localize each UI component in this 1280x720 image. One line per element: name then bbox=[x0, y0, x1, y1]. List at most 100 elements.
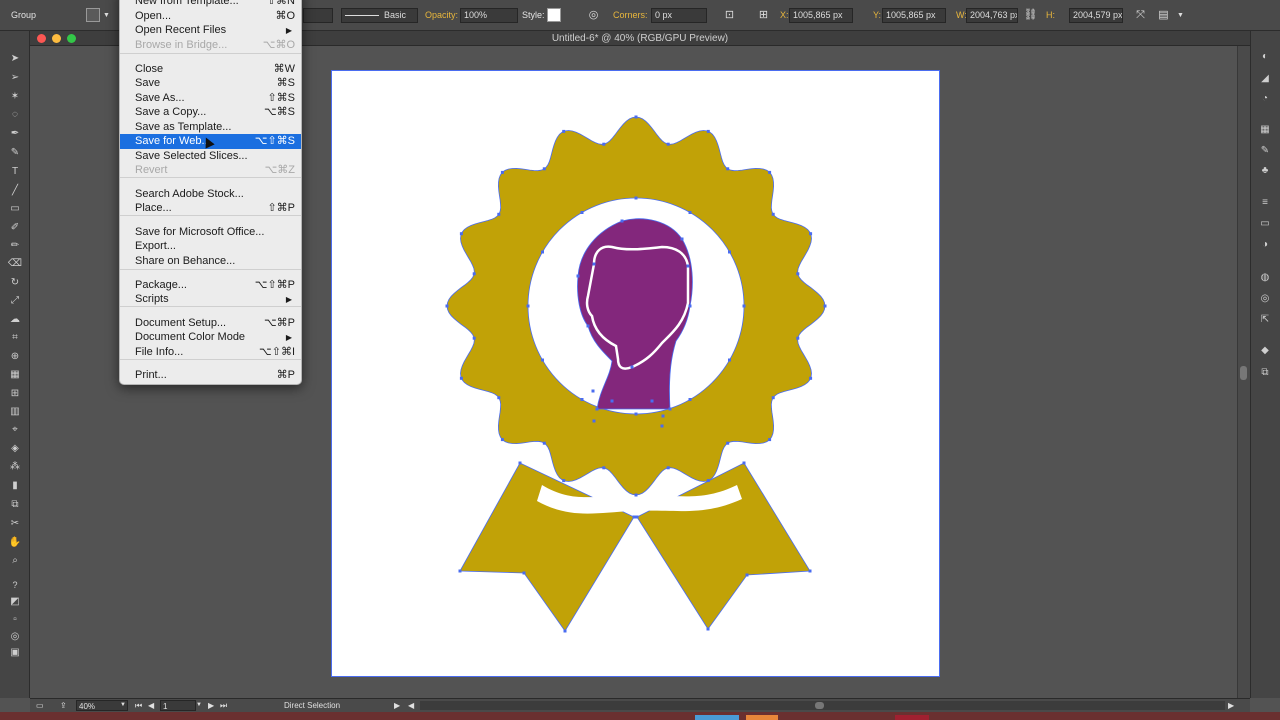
anchor-point[interactable] bbox=[634, 493, 638, 497]
graphic-style-swatch[interactable] bbox=[547, 8, 561, 22]
pen-tool-icon[interactable]: ✒ bbox=[6, 126, 24, 142]
horizontal-scroll-thumb[interactable] bbox=[815, 702, 824, 709]
zoom-dropdown-icon[interactable]: ▼ bbox=[120, 699, 126, 712]
anchor-point[interactable] bbox=[634, 115, 638, 119]
anchor-point[interactable] bbox=[602, 466, 606, 470]
shape-builder-icon[interactable]: ⊕ bbox=[6, 349, 24, 365]
symbol-sprayer-icon[interactable]: ⁂ bbox=[6, 459, 24, 475]
perspective-grid-icon[interactable]: ▦ bbox=[6, 367, 24, 383]
screen-mode-icon[interactable]: ▣ bbox=[6, 645, 24, 661]
y-label[interactable]: Y: bbox=[873, 0, 881, 31]
graphic-styles-icon[interactable]: ◍ bbox=[1256, 270, 1274, 286]
menu-item-export[interactable]: Export... bbox=[120, 239, 301, 254]
menu-item-open-recent-files[interactable]: Open Recent Files ▶ bbox=[120, 23, 301, 38]
menu-item-package[interactable]: Package... ⌥⇧⌘P bbox=[120, 278, 301, 293]
horizontal-scrollbar[interactable] bbox=[420, 701, 1225, 710]
menu-item-new-from-template[interactable]: New from Template... ⇧⌘N bbox=[120, 0, 301, 9]
anchor-point[interactable] bbox=[632, 515, 636, 519]
next-artboard-icon[interactable]: ▶ bbox=[208, 699, 214, 712]
anchor-point[interactable] bbox=[562, 129, 566, 133]
artboard-tool-icon[interactable]: ⧉ bbox=[6, 497, 24, 513]
menu-item-save-for-microsoft-office[interactable]: Save for Microsoft Office... bbox=[120, 225, 301, 240]
eyedropper-icon[interactable]: ⌖ bbox=[6, 422, 24, 438]
line-tool-icon[interactable]: ╱ bbox=[6, 183, 24, 199]
stroke-weight-field[interactable] bbox=[303, 8, 333, 23]
layers-icon[interactable]: ◆ bbox=[1256, 343, 1274, 359]
anchor-point[interactable] bbox=[634, 412, 638, 416]
anchor-point[interactable] bbox=[728, 358, 731, 362]
anchor-point[interactable] bbox=[592, 262, 596, 266]
anchor-point[interactable] bbox=[562, 479, 566, 483]
anchor-point[interactable] bbox=[634, 196, 638, 200]
anchor-point[interactable] bbox=[459, 376, 463, 380]
menu-item-open[interactable]: Open... ⌘O bbox=[120, 9, 301, 24]
anchor-point[interactable] bbox=[472, 272, 476, 276]
anchor-point[interactable] bbox=[541, 358, 544, 362]
menu-item-document-color-mode[interactable]: Document Color Mode ▶ bbox=[120, 330, 301, 345]
artboard-dropdown-icon[interactable]: ▼ bbox=[196, 699, 202, 712]
height-field[interactable]: 2004,579 px bbox=[1069, 8, 1123, 23]
eraser-icon[interactable]: ⌫ bbox=[6, 256, 24, 272]
libraries-icon[interactable]: ◢ bbox=[1256, 71, 1274, 87]
blend-tool-icon[interactable]: ◈ bbox=[6, 441, 24, 457]
menu-item-search-adobe-stock[interactable]: Search Adobe Stock... bbox=[120, 187, 301, 202]
stroke-panel-icon[interactable]: ≡ bbox=[1256, 195, 1274, 211]
anchor-point[interactable] bbox=[592, 419, 596, 423]
hand-tool-icon[interactable]: ✋ bbox=[6, 535, 24, 551]
anchor-point[interactable] bbox=[650, 399, 654, 403]
brushes-icon[interactable]: ✎ bbox=[1256, 143, 1274, 159]
anchor-point[interactable] bbox=[809, 232, 813, 236]
award-badge-artwork[interactable] bbox=[332, 71, 939, 676]
type-tool-icon[interactable]: T bbox=[6, 164, 24, 180]
anchor-point[interactable] bbox=[726, 167, 730, 171]
menu-item-place[interactable]: Place... ⇧⌘P bbox=[120, 201, 301, 216]
hscroll-right-icon[interactable]: ▶ bbox=[1228, 699, 1234, 712]
first-artboard-icon[interactable]: ⏮ bbox=[135, 699, 142, 712]
warp-tool-icon[interactable]: ☁ bbox=[6, 312, 24, 328]
gradient-panel-icon[interactable]: ▭ bbox=[1256, 216, 1274, 232]
paintbrush-icon[interactable]: ✐ bbox=[6, 220, 24, 236]
anchor-point[interactable] bbox=[542, 167, 546, 171]
dock-app-icon[interactable] bbox=[746, 715, 778, 720]
anchor-point[interactable] bbox=[518, 461, 522, 465]
column-graph-icon[interactable]: ▮ bbox=[6, 478, 24, 494]
rotate-tool-icon[interactable]: ↻ bbox=[6, 275, 24, 291]
menu-item-file-info[interactable]: File Info... ⌥⇧⌘I bbox=[120, 345, 301, 360]
scroll-thumb[interactable] bbox=[1240, 366, 1247, 380]
anchor-point[interactable] bbox=[586, 324, 590, 328]
transform-icon[interactable]: ⤧ bbox=[1133, 8, 1148, 23]
menu-item-scripts[interactable]: Scripts ▶ bbox=[120, 292, 301, 307]
menu-item-document-setup[interactable]: Document Setup... ⌥⌘P bbox=[120, 316, 301, 331]
anchor-point[interactable] bbox=[688, 398, 692, 401]
link-proportions-icon[interactable]: ⛓ bbox=[1023, 8, 1038, 23]
anchor-point[interactable] bbox=[808, 569, 812, 573]
anchor-point[interactable] bbox=[635, 515, 639, 519]
h-label[interactable]: H: bbox=[1046, 0, 1055, 31]
anchor-point[interactable] bbox=[796, 336, 800, 340]
anchor-point[interactable] bbox=[809, 376, 813, 380]
file-menu[interactable]: New from Template... ⇧⌘N Open... ⌘O Open Rec… bbox=[119, 0, 302, 385]
anchor-point[interactable] bbox=[500, 438, 504, 442]
anchor-point[interactable] bbox=[666, 142, 670, 146]
zoom-tool-icon[interactable]: ⌕ bbox=[6, 553, 24, 569]
artboard[interactable] bbox=[331, 70, 940, 677]
panel-menu-icon[interactable]: ▼ bbox=[1173, 8, 1188, 23]
default-colors-icon[interactable]: ? bbox=[6, 577, 24, 593]
dock-app-icon[interactable] bbox=[695, 715, 739, 720]
anchor-point[interactable] bbox=[768, 170, 772, 174]
anchor-point[interactable] bbox=[595, 407, 599, 411]
anchor-point[interactable] bbox=[771, 212, 775, 216]
align-icon[interactable]: ⊡ bbox=[722, 8, 737, 23]
menu-item-print[interactable]: Print... ⌘P bbox=[120, 368, 301, 383]
menu-item-save-as-template[interactable]: Save as Template... bbox=[120, 120, 301, 135]
hscroll-left-icon[interactable]: ◀ bbox=[408, 699, 414, 712]
anchor-point[interactable] bbox=[542, 441, 546, 445]
previous-artboard-icon[interactable]: ◀ bbox=[148, 699, 154, 712]
isolate-group-icon[interactable]: ▤ bbox=[1156, 8, 1171, 23]
layers-small-icon[interactable]: ◎ bbox=[1256, 291, 1274, 307]
mesh-tool-icon[interactable]: ⊞ bbox=[6, 386, 24, 402]
artboards-panel-icon[interactable]: ⧉ bbox=[1256, 365, 1274, 381]
anchor-point[interactable] bbox=[680, 237, 684, 241]
anchor-point[interactable] bbox=[688, 211, 692, 214]
anchor-point[interactable] bbox=[497, 212, 501, 216]
